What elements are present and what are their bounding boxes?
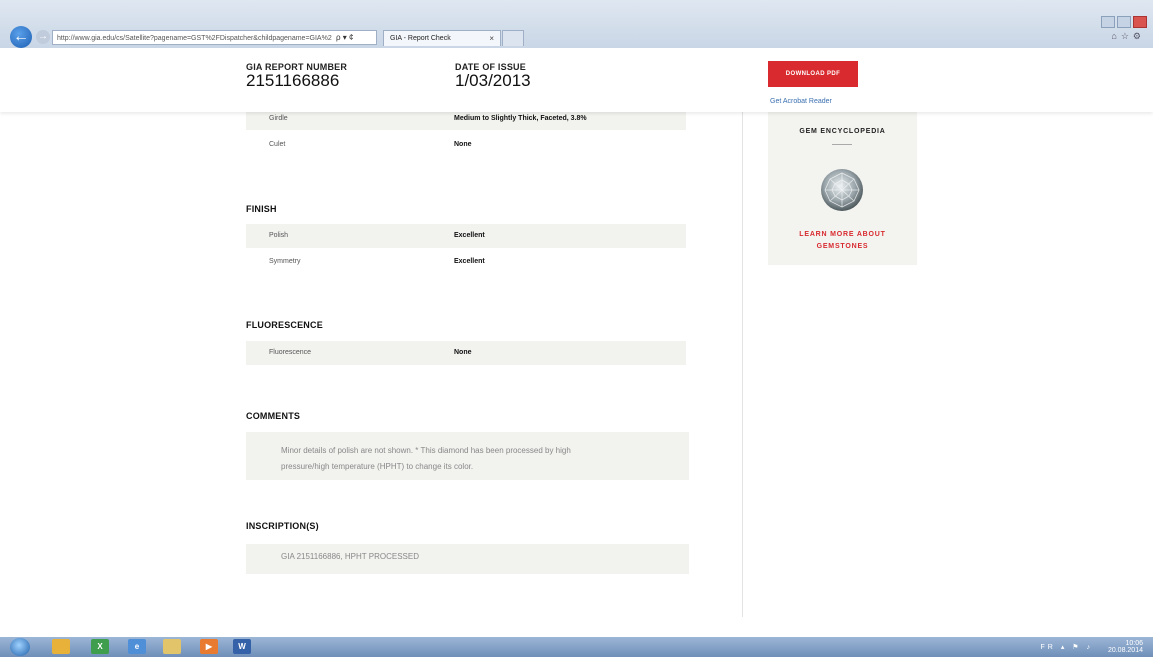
download-pdf-button[interactable]: DOWNLOAD PDF	[768, 61, 858, 87]
clock-date: 20.08.2014	[1107, 647, 1143, 654]
explorer-icon[interactable]	[163, 639, 181, 654]
tray-language: FR	[1040, 644, 1056, 651]
row-value: None	[454, 141, 472, 148]
gem-encyclopedia-panel: GEM ENCYCLOPEDIA LEARN MORE ABOUT GEMSTO…	[768, 112, 917, 265]
tray-icons[interactable]: FR ▴ ⚑ ♪	[1041, 643, 1093, 651]
browser-icon[interactable]: e	[128, 639, 146, 654]
comments-line: Minor details of polish are not shown. *…	[281, 446, 571, 455]
report-header: GIA REPORT NUMBER 2151166886 DATE OF ISS…	[0, 48, 1153, 112]
row-value: None	[454, 349, 472, 356]
row-label: Polish	[269, 232, 289, 239]
comments-line: pressure/high temperature (HPHT) to chan…	[281, 462, 474, 471]
back-arrow-icon[interactable]: ←	[10, 26, 32, 48]
row-label: Culet	[269, 141, 286, 148]
start-button-icon[interactable]	[10, 638, 30, 656]
taskbar: X e ▶ W FR ▴ ⚑ ♪ 10:06 20.08.2014	[0, 637, 1153, 657]
report-content: Girdle Medium to Slightly Thick, Faceted…	[0, 108, 1153, 637]
browser-chrome: ← → http://www.gia.edu/cs/Satellite?page…	[0, 0, 1153, 48]
table-row: Culet None	[246, 133, 686, 157]
tab-close-icon[interactable]: ×	[489, 31, 494, 47]
gem-encyclopedia-title: GEM ENCYCLOPEDIA	[799, 128, 886, 135]
issue-date: 1/03/2013	[455, 71, 531, 90]
toolbar-icons[interactable]: ⌂☆⚙	[1111, 31, 1145, 42]
clock-time: 10:06	[1125, 640, 1143, 647]
diamond-icon	[821, 169, 863, 211]
column-divider	[742, 112, 743, 617]
link-line: GEMSTONES	[816, 243, 869, 250]
new-tab-button[interactable]	[502, 30, 524, 46]
row-label: Fluorescence	[269, 349, 312, 356]
report-number: 2151166886	[246, 71, 340, 90]
learn-more-gemstones-link[interactable]: LEARN MORE ABOUT GEMSTONES	[768, 229, 917, 253]
fluorescence-heading: FLUORESCENCE	[246, 320, 323, 330]
divider	[832, 144, 852, 145]
table-row: Fluorescence None	[246, 341, 686, 365]
system-clock[interactable]: 10:06 20.08.2014	[1108, 640, 1143, 654]
inscription-text: GIA 2151166886, HPHT PROCESSED	[281, 552, 419, 561]
minimize-icon[interactable]	[1101, 16, 1115, 28]
browser-tab[interactable]: GIA - Report Check ×	[383, 30, 501, 46]
address-text: http://www.gia.edu/cs/Satellite?pagename…	[57, 35, 332, 42]
comments-box: Minor details of polish are not shown. *…	[246, 432, 689, 480]
row-value: Excellent	[454, 232, 485, 239]
acrobat-reader-link[interactable]: Get Acrobat Reader	[770, 98, 832, 105]
tab-title: GIA - Report Check	[390, 35, 451, 42]
inscriptions-heading: INSCRIPTION(S)	[246, 521, 319, 531]
row-value: Excellent	[454, 258, 485, 265]
table-row: Polish Excellent	[246, 224, 686, 248]
address-bar[interactable]: http://www.gia.edu/cs/Satellite?pagename…	[52, 30, 377, 45]
link-line: LEARN MORE ABOUT	[799, 231, 886, 238]
table-row: Symmetry Excellent	[246, 250, 686, 274]
inscription-box: GIA 2151166886, HPHT PROCESSED	[246, 544, 689, 574]
row-label: Symmetry	[269, 258, 301, 265]
folder-icon[interactable]	[52, 639, 70, 654]
maximize-icon[interactable]	[1117, 16, 1131, 28]
excel-icon[interactable]: X	[91, 639, 109, 654]
close-window-icon[interactable]	[1133, 16, 1147, 28]
comments-heading: COMMENTS	[246, 411, 301, 421]
word-icon[interactable]: W	[233, 639, 251, 654]
forward-arrow-icon[interactable]: →	[36, 30, 50, 44]
finish-heading: FINISH	[246, 204, 277, 214]
row-label: Girdle	[269, 115, 288, 122]
address-tools[interactable]: ρ ▾ ¢	[336, 30, 353, 45]
row-value: Medium to Slightly Thick, Faceted, 3.8%	[454, 115, 587, 122]
window-controls	[1101, 16, 1147, 28]
media-icon[interactable]: ▶	[200, 639, 218, 654]
